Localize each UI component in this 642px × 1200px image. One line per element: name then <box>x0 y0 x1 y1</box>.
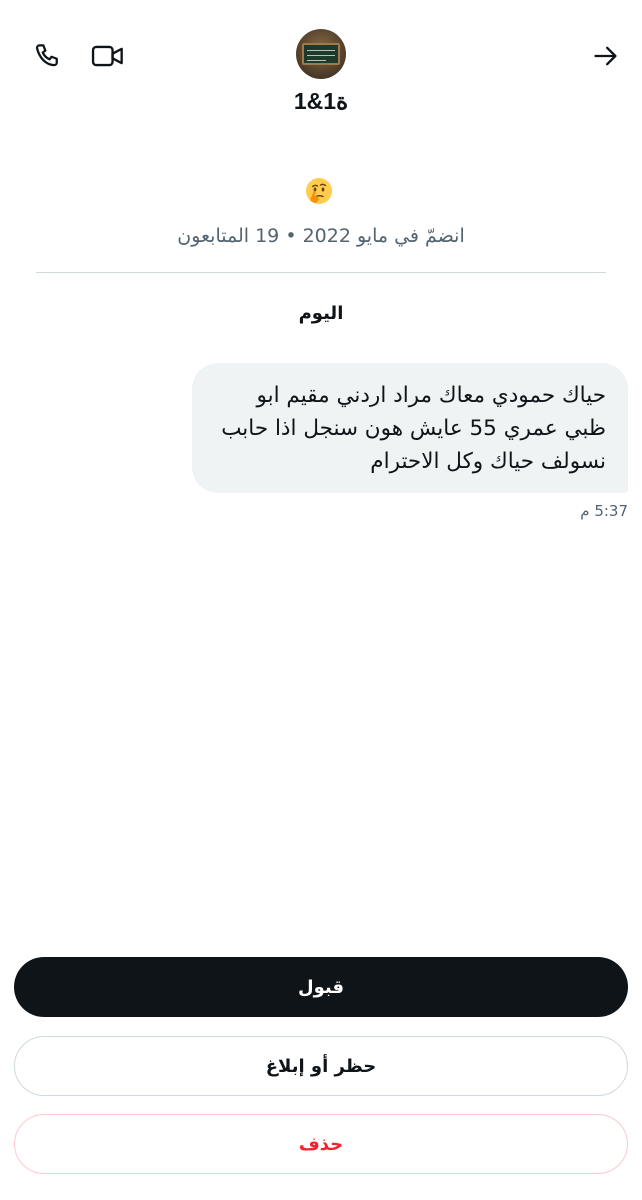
video-call-button[interactable] <box>86 36 130 76</box>
block-or-report-button[interactable]: حظر أو إبلاغ <box>14 1036 628 1096</box>
profile-join-and-followers: انضمّ في مايو 2022 • 19 المتابعون <box>177 225 465 247</box>
phone-icon <box>35 44 58 67</box>
delete-button[interactable]: حذف <box>14 1114 628 1174</box>
message-bubble[interactable]: حياك حمودي معاك مراد اردني مقيم ابو ظبي … <box>192 363 628 493</box>
date-separator: اليوم <box>298 303 344 324</box>
arrow-right-icon <box>594 46 617 66</box>
back-button[interactable] <box>584 34 628 78</box>
phone-call-button[interactable] <box>28 36 68 76</box>
avatar[interactable] <box>296 29 346 79</box>
conversation-header: 1&1ة <box>0 0 642 130</box>
video-camera-icon <box>91 45 123 67</box>
accept-button[interactable]: قبول <box>14 957 628 1017</box>
display-name[interactable]: 1&1ة <box>0 88 642 115</box>
message-timestamp: 5:37 م <box>580 502 628 520</box>
divider <box>36 272 606 273</box>
avatar-image <box>302 43 340 65</box>
thinking-face-emoji <box>306 178 332 204</box>
